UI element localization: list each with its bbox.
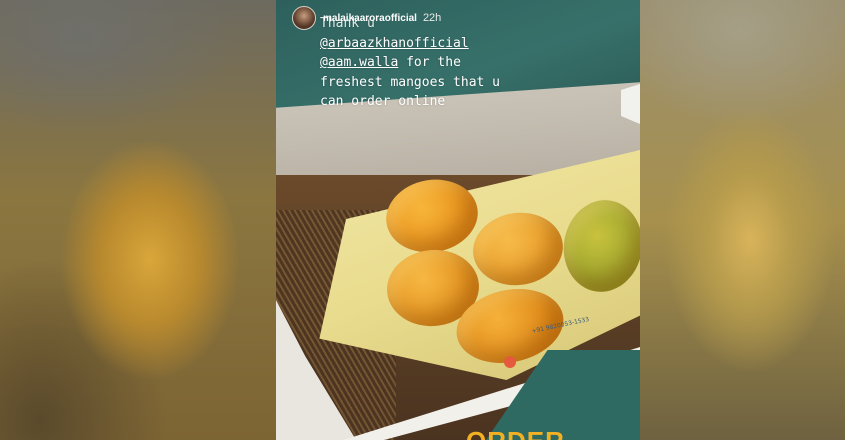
story-header: malaikaaroraofficial 22h [292,6,441,30]
caption-line-3-rest: for the [398,55,461,70]
blurred-background-left [0,0,276,440]
caption-line-5: can order online [320,94,446,109]
avatar[interactable] [292,6,316,30]
story-panel[interactable]: +91 9820053-1533 Thank u @arbaazkhanoffi… [276,0,640,440]
blurred-background-right [640,0,845,440]
order-sticker-text[interactable]: ORDER [466,426,565,440]
story-username[interactable]: malaikaaroraofficial [323,13,417,24]
mention-arbaazkhanofficial[interactable]: @arbaazkhanofficial [320,36,469,51]
caption-line-4: freshest mangoes that u [320,74,501,90]
mention-aam-walla[interactable]: @aam.walla [320,55,398,70]
story-timestamp: 22h [422,12,442,24]
